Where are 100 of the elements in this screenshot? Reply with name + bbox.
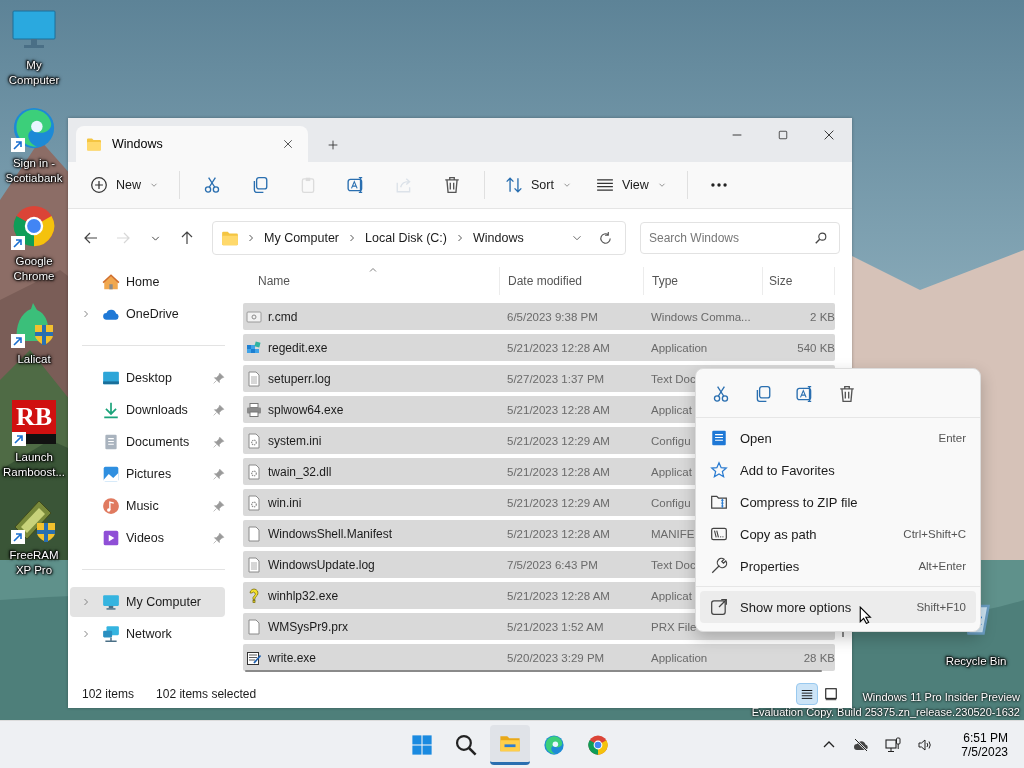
size-cell-text: 2 KB bbox=[809, 310, 835, 323]
sidebar-item[interactable]: Documents bbox=[70, 427, 225, 457]
music-icon bbox=[102, 497, 120, 515]
size-cell-text: 540 KB bbox=[796, 341, 835, 354]
logo: RB bbox=[12, 400, 56, 444]
column-header[interactable]: Name bbox=[243, 267, 500, 295]
type-cell: Configu bbox=[651, 496, 691, 509]
video-icon bbox=[102, 529, 120, 547]
scissors-icon bbox=[203, 176, 221, 194]
file-name: WindowsUpdate.log bbox=[243, 556, 500, 573]
clock[interactable]: 6:51 PM 7/5/2023 bbox=[955, 729, 1014, 760]
details-view-button[interactable] bbox=[796, 683, 818, 705]
copy-icon bbox=[251, 176, 269, 194]
sort-button[interactable]: Sort bbox=[495, 170, 582, 200]
search-icon bbox=[814, 231, 828, 245]
sidebar-item[interactable]: Network bbox=[70, 619, 225, 649]
download-icon bbox=[102, 401, 120, 419]
address-bar[interactable]: My Computer Local Disk (C:) Windows bbox=[212, 221, 626, 255]
type-cell: Text Doc bbox=[651, 372, 696, 385]
size-cell-text: 28 KB bbox=[802, 651, 835, 664]
plus-icon bbox=[326, 138, 340, 152]
new-button[interactable]: New bbox=[80, 170, 169, 200]
breadcrumb[interactable]: Windows bbox=[472, 229, 525, 247]
close-icon bbox=[822, 128, 836, 142]
sidebar-item[interactable]: OneDrive bbox=[70, 299, 225, 329]
shortcut-arrow-icon bbox=[11, 530, 25, 544]
column-header[interactable]: Size bbox=[763, 267, 835, 295]
type-cell: MANIFE bbox=[651, 527, 695, 540]
date-cell-text: 5/21/2023 12:28 AM bbox=[506, 589, 611, 602]
rename-icon bbox=[796, 385, 814, 403]
file-row[interactable]: regedit.exe 5/21/2023 12:28 AM Application 540 KB bbox=[243, 334, 835, 361]
desktop-icon-label[interactable]: FreeRAM XP Pro bbox=[1, 548, 67, 578]
desktop-icon-label[interactable]: Launch Ramboost... bbox=[1, 450, 67, 480]
sort-icon bbox=[505, 176, 523, 194]
desktop-icon-label[interactable]: Lalicat bbox=[1, 352, 67, 367]
blank-file-icon bbox=[246, 618, 262, 635]
shortcut-text: Enter bbox=[938, 432, 966, 444]
sidebar-item[interactable]: Pictures bbox=[70, 459, 225, 489]
rename-icon bbox=[347, 176, 365, 194]
maximize-icon bbox=[777, 129, 789, 141]
tiles-view-icon bbox=[824, 687, 838, 701]
shortcut-arrow-icon bbox=[12, 432, 26, 446]
date-cell-text: 5/27/2023 1:37 PM bbox=[506, 372, 606, 385]
file-name: r.cmd bbox=[243, 308, 500, 325]
window-tab[interactable]: Windows bbox=[76, 126, 308, 162]
text-file-icon bbox=[246, 370, 262, 387]
desktop-icon-label[interactable]: Google Chrome bbox=[1, 254, 67, 284]
trash-icon bbox=[838, 385, 856, 403]
type-cell: PRX File bbox=[651, 620, 697, 633]
sidebar-item[interactable]: Videos bbox=[70, 523, 225, 553]
file-name: system.ini bbox=[243, 432, 500, 449]
help-icon bbox=[246, 587, 262, 604]
pin-icon bbox=[212, 435, 225, 449]
desktop-icon-label[interactable]: Sign in - Scotiabank bbox=[1, 156, 67, 186]
file-row[interactable]: r.cmd 6/5/2023 9:38 PM Windows Comma... 2 KB bbox=[243, 303, 835, 330]
gear-file-icon bbox=[246, 463, 262, 480]
type-cell: Applicat bbox=[651, 589, 692, 602]
trash-icon bbox=[443, 176, 461, 194]
item-count: 102 items bbox=[82, 687, 135, 701]
date-cell-text: 5/21/2023 12:28 AM bbox=[506, 341, 611, 354]
pin-icon bbox=[212, 499, 225, 513]
type-cell: Application bbox=[651, 341, 708, 354]
column-header[interactable]: Date modified bbox=[500, 267, 644, 295]
menu-item[interactable]: Show more options Shift+F10 bbox=[700, 591, 976, 623]
sidebar-item[interactable]: Music bbox=[70, 491, 225, 521]
search-field[interactable]: Search Windows bbox=[640, 222, 840, 254]
pin-icon bbox=[212, 403, 225, 417]
network-icon bbox=[102, 625, 120, 643]
date-cell-text: 7/5/2023 6:43 PM bbox=[506, 558, 599, 571]
forward-arrow-icon bbox=[115, 230, 131, 246]
type-cell: Text Doc bbox=[651, 558, 696, 571]
browser-icon bbox=[11, 203, 57, 249]
date-cell-text: 5/21/2023 12:29 AM bbox=[506, 496, 611, 509]
plus-circle-icon bbox=[90, 176, 108, 194]
monitor-icon bbox=[102, 593, 120, 611]
view-button[interactable]: View bbox=[585, 170, 677, 200]
shortcut-text: Alt+Enter bbox=[918, 560, 966, 572]
more-icon bbox=[710, 183, 727, 187]
column-header[interactable]: Type bbox=[644, 267, 763, 295]
sidebar-item[interactable]: Home bbox=[70, 267, 225, 297]
computer-network-icon bbox=[885, 736, 902, 753]
cubes-icon bbox=[246, 339, 262, 356]
copy-path-icon bbox=[710, 525, 728, 543]
breadcrumb[interactable]: My Computer bbox=[263, 229, 341, 247]
horizontal-scrollbar[interactable] bbox=[245, 670, 822, 672]
desktop-icon-label[interactable]: Recycle Bin bbox=[936, 654, 1016, 669]
file-name: win.ini bbox=[243, 494, 500, 511]
external-icon bbox=[710, 598, 728, 616]
sidebar-item[interactable]: Desktop bbox=[70, 363, 225, 393]
file-name: WMSysPr9.prx bbox=[243, 618, 500, 635]
printer-icon bbox=[246, 401, 262, 418]
browser-icon bbox=[11, 105, 57, 151]
watermark-text: Windows 11 Pro Insider Preview bbox=[862, 690, 1020, 705]
file-row[interactable]: write.exe 5/20/2023 3:29 PM Application 28 KB bbox=[243, 644, 835, 671]
sidebar-item[interactable]: My Computer bbox=[70, 587, 225, 617]
star-icon bbox=[710, 461, 728, 479]
breadcrumb[interactable]: Local Disk (C:) bbox=[364, 229, 448, 247]
sidebar-item[interactable]: Downloads bbox=[70, 395, 225, 425]
folder-icon bbox=[221, 229, 239, 247]
pin-icon bbox=[212, 531, 225, 545]
